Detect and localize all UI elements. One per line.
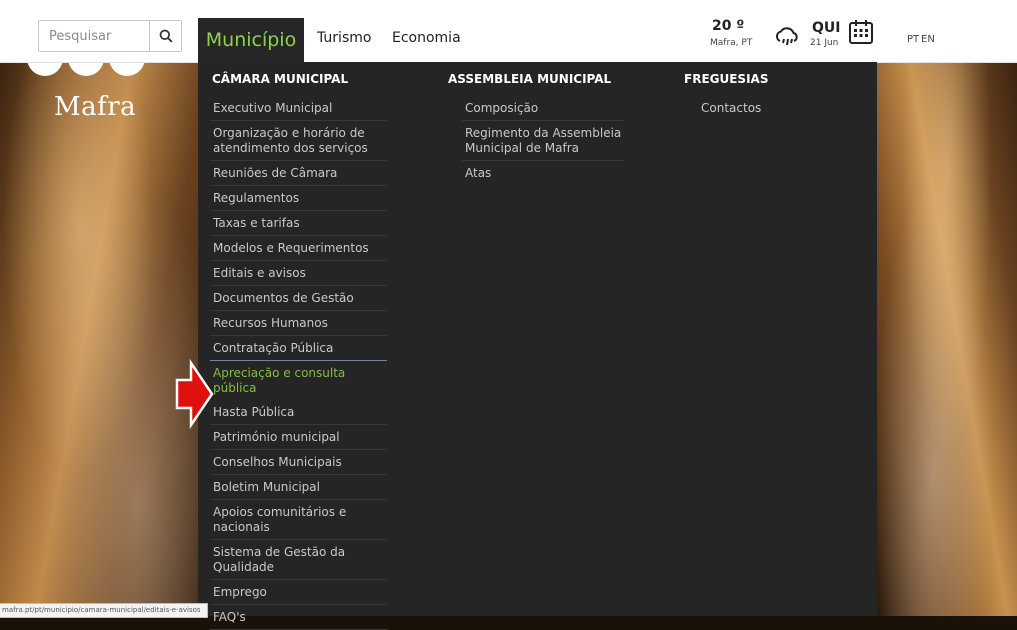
menu-item-conselhos[interactable]: Conselhos Municipais [210, 450, 387, 475]
menu-item-boletim[interactable]: Boletim Municipal [210, 475, 387, 500]
cloud-rain-icon [775, 27, 798, 46]
lang-pt[interactable]: PT [907, 34, 919, 45]
lang-en[interactable]: EN [921, 34, 935, 45]
menu-item-sistema-gestao[interactable]: Sistema de Gestão da Qualidade [210, 540, 387, 580]
heading-camara-municipal: CÂMARA MUNICIPAL [212, 72, 349, 86]
menu-item-contactos[interactable]: Contactos [698, 96, 778, 120]
logo-circles-icon [27, 62, 145, 76]
menu-item-documentos[interactable]: Documentos de Gestão [210, 286, 387, 311]
freguesias-menu-list: Contactos [698, 96, 778, 120]
date-label: 21 Jun [810, 38, 839, 48]
menu-item-editais[interactable]: Editais e avisos [210, 261, 387, 286]
menu-item-composicao[interactable]: Composição [462, 96, 624, 121]
menu-item-apreciacao[interactable]: Apreciação e consulta pública [210, 361, 387, 400]
menu-item-regimento[interactable]: Regimento da Assembleia Municipal de Maf… [462, 121, 624, 161]
background-photo-left [0, 62, 198, 616]
search-box [38, 20, 182, 52]
menu-item-emprego[interactable]: Emprego [210, 580, 387, 605]
weather-temperature: 20 º [712, 18, 745, 34]
menu-item-atas[interactable]: Atas [462, 161, 624, 185]
weekday: QUI [812, 20, 841, 36]
background-photo-right [877, 62, 1017, 616]
site-logo[interactable]: Mafra [54, 92, 136, 122]
top-bar: Município Turismo Economia 20 º Mafra, P… [0, 0, 1017, 63]
menu-item-modelos[interactable]: Modelos e Requerimentos [210, 236, 387, 261]
menu-item-regulamentos[interactable]: Regulamentos [210, 186, 387, 211]
menu-item-patrimonio[interactable]: Património municipal [210, 425, 387, 450]
search-button[interactable] [149, 21, 181, 51]
weather-location: Mafra, PT [710, 38, 753, 48]
nav-municipio[interactable]: Município [198, 18, 304, 62]
menu-item-executivo[interactable]: Executivo Municipal [210, 96, 387, 121]
search-input[interactable] [39, 21, 149, 51]
heading-freguesias: FREGUESIAS [684, 72, 769, 86]
menu-item-reunioes[interactable]: Reuniões de Câmara [210, 161, 387, 186]
calendar-icon[interactable] [848, 19, 874, 45]
camara-menu-list: Executivo Municipal Organização e horári… [210, 96, 387, 630]
assembleia-menu-list: Composição Regimento da Assembleia Munic… [462, 96, 624, 185]
red-arrow-icon [175, 358, 214, 430]
municipio-mega-menu: CÂMARA MUNICIPAL Executivo Municipal Org… [198, 62, 877, 630]
menu-item-organizacao[interactable]: Organização e horário de atendimento dos… [210, 121, 387, 161]
menu-item-recursos-humanos[interactable]: Recursos Humanos [210, 311, 387, 336]
heading-assembleia-municipal: ASSEMBLEIA MUNICIPAL [448, 72, 612, 86]
nav-economia[interactable]: Economia [392, 30, 461, 46]
menu-item-taxas[interactable]: Taxas e tarifas [210, 211, 387, 236]
menu-item-contratacao[interactable]: Contratação Pública [210, 336, 387, 361]
menu-item-faqs[interactable]: FAQ's [210, 605, 387, 630]
search-icon [159, 29, 172, 43]
menu-item-hasta[interactable]: Hasta Pública [210, 400, 387, 425]
nav-turismo[interactable]: Turismo [317, 30, 371, 46]
menu-item-apoios[interactable]: Apoios comunitários e nacionais [210, 500, 387, 540]
